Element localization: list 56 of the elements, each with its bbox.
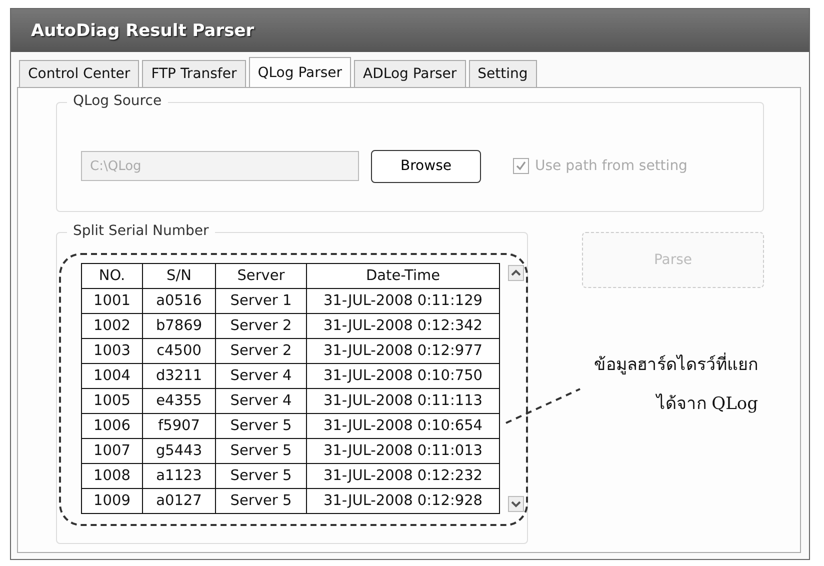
tab[interactable]: FTP Transfer: [142, 60, 246, 87]
group-title: QLog Source: [67, 93, 168, 109]
table-cell: f5907: [142, 414, 216, 438]
table-cell: c4500: [142, 338, 216, 364]
table-cell: 31-JUL-2008 0:12:928: [306, 488, 500, 514]
table-cell: 1006: [82, 414, 142, 438]
table-cell: 31-JUL-2008 0:11:129: [306, 288, 500, 314]
annotation-text: ได้จาก QLog: [656, 392, 758, 416]
checkbox-label: Use path from setting: [513, 158, 688, 174]
table-cell: Server 2: [216, 338, 306, 364]
table-cell: d3211: [142, 364, 216, 388]
table-cell: Server 1: [216, 288, 306, 314]
table-cell: e4355: [142, 388, 216, 414]
table-cell: Server 5: [216, 414, 306, 438]
column-header: S/N: [142, 264, 216, 288]
scrollbar[interactable]: [508, 265, 524, 512]
column-header: Date-Time: [306, 264, 500, 288]
table-cell: Server 5: [216, 438, 306, 464]
table-cell: 1007: [82, 438, 142, 464]
annotation-text: ข้อมูลฮาร์ดไดรว์ที่แยก: [594, 350, 758, 377]
scroll-down-icon[interactable]: [508, 496, 524, 512]
tab[interactable]: QLog Parser: [248, 57, 352, 87]
table-cell: 31-JUL-2008 0:12:342: [306, 314, 500, 338]
table-cell: Server 4: [216, 364, 306, 388]
table-cell: Server 4: [216, 388, 306, 414]
table-cell: 1003: [82, 338, 142, 364]
tab[interactable]: Control Center: [19, 60, 140, 87]
table-cell: b7869: [142, 314, 216, 338]
table-cell: 31-JUL-2008 0:11:113: [306, 388, 500, 414]
column-header: Server: [216, 264, 306, 288]
table-cell: 1002: [82, 314, 142, 338]
group-title: Split Serial Number: [67, 223, 215, 239]
browse-button[interactable]: Browse: [371, 150, 481, 182]
table-cell: 1001: [82, 288, 142, 314]
table-cell: g5443: [142, 438, 216, 464]
table-cell: Server 5: [216, 464, 306, 488]
table-cell: Server 2: [216, 314, 306, 338]
table-cell: 1004: [82, 364, 142, 388]
table-cell: a0516: [142, 288, 216, 314]
checkmark-icon: [515, 160, 527, 172]
table-cell: 31-JUL-2008 0:12:232: [306, 464, 500, 488]
window-title: AutoDiag Result Parser: [11, 9, 809, 52]
table-cell: 31-JUL-2008 0:11:013: [306, 438, 500, 464]
table-cell: Server 5: [216, 488, 306, 514]
table-cell: 1009: [82, 488, 142, 514]
tab[interactable]: ADLog Parser: [354, 60, 466, 87]
table-cell: 31-JUL-2008 0:10:750: [306, 364, 500, 388]
column-header: NO.: [82, 264, 142, 288]
table-cell: 1005: [82, 388, 142, 414]
table-cell: 31-JUL-2008 0:12:977: [306, 338, 500, 364]
table-cell: a0127: [142, 488, 216, 514]
tab[interactable]: Setting: [468, 60, 537, 87]
table-cell: a1123: [142, 464, 216, 488]
table-cell: 1008: [82, 464, 142, 488]
table-cell: 31-JUL-2008 0:10:654: [306, 414, 500, 438]
scroll-up-icon[interactable]: [508, 265, 524, 281]
